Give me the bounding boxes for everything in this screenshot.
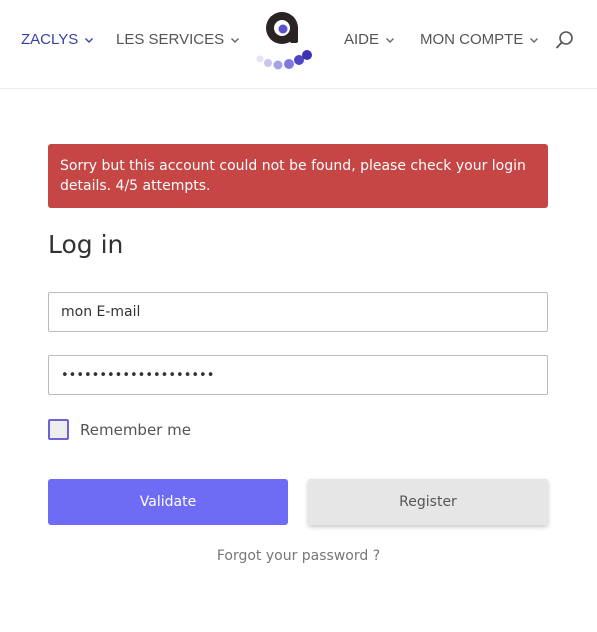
- validate-button[interactable]: Validate: [48, 479, 288, 525]
- forgot-password-link[interactable]: Forgot your password ?: [0, 548, 597, 564]
- remember-me-label: Remember me: [80, 420, 191, 439]
- nav-item-mon-compte[interactable]: MON COMPTE: [420, 31, 539, 48]
- email-field[interactable]: [48, 292, 548, 332]
- chevron-down-icon: [386, 37, 395, 43]
- nav-item-label: LES SERVICES: [116, 31, 225, 48]
- chevron-down-icon: [85, 37, 94, 43]
- nav-item-label: AIDE: [344, 31, 380, 48]
- nav-item-label: MON COMPTE: [420, 31, 524, 48]
- chevron-down-icon: [231, 37, 240, 43]
- chevron-down-icon: [530, 37, 539, 43]
- error-alert-message: Sorry but this account could not be foun…: [60, 158, 526, 194]
- password-field[interactable]: [48, 355, 548, 395]
- nav-item-label: ZACLYS: [21, 31, 79, 48]
- search-icon[interactable]: [555, 30, 575, 50]
- checkbox-box[interactable]: [48, 419, 69, 440]
- nav-item-les-services[interactable]: LES SERVICES: [116, 31, 240, 48]
- site-header: ZACLYS LES SERVICES AIDE MON COMPTE: [0, 0, 597, 89]
- register-button[interactable]: Register: [308, 479, 548, 525]
- page-title: Log in: [48, 230, 124, 259]
- nav-item-aide[interactable]: AIDE: [344, 31, 395, 48]
- nav-item-zaclys[interactable]: ZACLYS: [21, 31, 94, 48]
- remember-me-checkbox[interactable]: Remember me: [48, 419, 191, 440]
- zaclys-logo[interactable]: [254, 8, 316, 74]
- error-alert: Sorry but this account could not be foun…: [48, 144, 548, 208]
